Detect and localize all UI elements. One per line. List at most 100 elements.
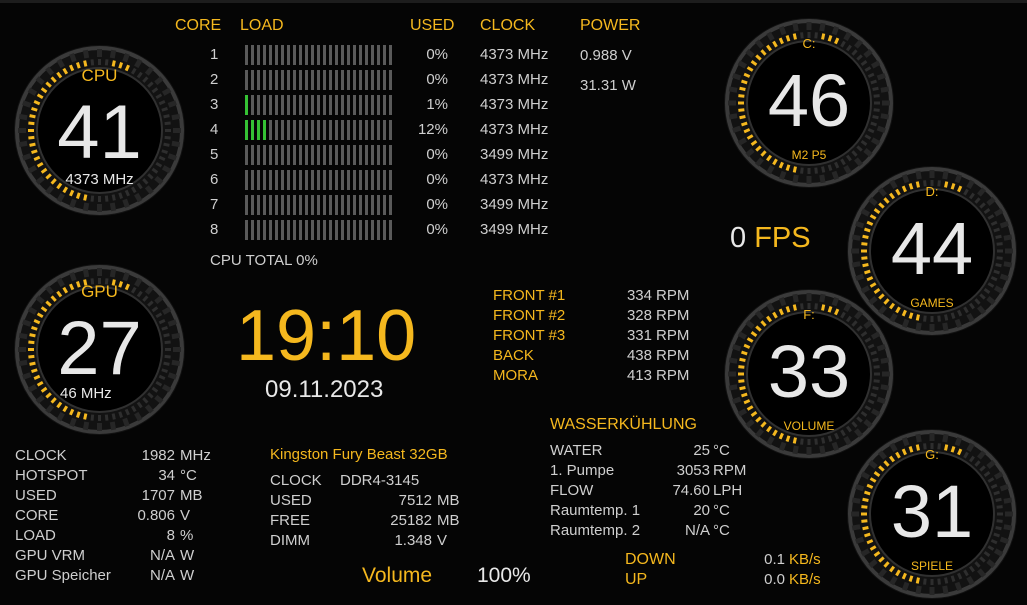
core-load-segment — [275, 95, 278, 115]
core-load-segment — [359, 195, 362, 215]
core-load-segment — [245, 220, 248, 240]
core-load-segment — [281, 70, 284, 90]
core-number: 3 — [210, 96, 219, 113]
core-load-segment — [275, 70, 278, 90]
drive-letter: D: — [925, 184, 939, 199]
core-load-segment — [299, 145, 302, 165]
core-load-segment — [311, 70, 314, 90]
core-load-segment — [377, 195, 380, 215]
core-load-segment — [389, 195, 392, 215]
ram-stat-unit: MB — [437, 512, 460, 529]
ram-stat-value: DDR4-3145 — [340, 472, 420, 489]
fan-unit: RPM — [656, 367, 690, 384]
network-label: DOWN — [625, 551, 676, 568]
drive-letter: C: — [802, 36, 816, 51]
core-load-segment — [377, 220, 380, 240]
core-load-segment — [389, 95, 392, 115]
core-load-segment — [383, 145, 386, 165]
ram-title: Kingston Fury Beast 32GB — [270, 446, 448, 463]
core-load-segment — [323, 220, 326, 240]
water-stat-value: 25 — [693, 442, 710, 459]
gpu-stat-unit: W — [180, 547, 195, 564]
core-load-segment — [305, 120, 308, 140]
core-load-segment — [323, 120, 326, 140]
water-stat-label: Raumtemp. 2 — [550, 522, 641, 539]
core-load-segment — [275, 170, 278, 190]
core-load-segment — [377, 70, 380, 90]
core-number: 4 — [210, 121, 219, 138]
core-load-segment — [353, 120, 356, 140]
core-load-segment — [353, 70, 356, 90]
clock-date: 09.11.2023 — [265, 376, 384, 403]
core-load-segment — [305, 95, 308, 115]
core-used: 12% — [417, 121, 448, 138]
core-load-segment — [317, 120, 320, 140]
cpu-temp-value: 41 — [57, 90, 142, 175]
core-load-segment — [263, 120, 266, 140]
core-load-segment — [287, 95, 290, 115]
core-load-segment — [299, 220, 302, 240]
gpu-gauge-title: GPU — [81, 282, 118, 301]
core-load-segment — [341, 195, 344, 215]
water-stat-value: 3053 — [676, 462, 710, 479]
fan-label: MORA — [493, 367, 538, 384]
core-load-segment — [389, 70, 392, 90]
core-load-segment — [275, 145, 278, 165]
core-load-segment — [305, 170, 308, 190]
core-load-segment — [365, 220, 368, 240]
core-load-segment — [335, 170, 338, 190]
core-load-segment — [383, 220, 386, 240]
gpu-stat-label: GPU VRM — [15, 547, 86, 564]
core-load-segment — [257, 145, 260, 165]
core-used: 0% — [426, 146, 448, 163]
clock-time: 19:10 — [236, 296, 417, 376]
gpu-stat-label: CORE — [15, 507, 59, 524]
core-load-segment — [347, 45, 350, 65]
core-load-segment — [335, 145, 338, 165]
core-load-segment — [323, 195, 326, 215]
fan-value: 413 — [626, 367, 652, 384]
core-load-bar — [245, 120, 395, 140]
cpu-gauge: CPU 41 4373 MHz — [12, 43, 187, 218]
core-load-segment — [299, 95, 302, 115]
cpu-gauge-title: CPU — [81, 66, 118, 85]
core-load-segment — [365, 195, 368, 215]
core-load-segment — [365, 145, 368, 165]
core-load-segment — [299, 170, 302, 190]
core-load-segment — [293, 120, 296, 140]
core-load-segment — [287, 45, 290, 65]
gpu-stat-unit: W — [180, 567, 195, 584]
core-load-segment — [263, 70, 266, 90]
core-clock: 3499 MHz — [480, 146, 549, 163]
water-stat-unit: RPM — [713, 462, 747, 479]
core-load-segment — [281, 95, 284, 115]
core-load-segment — [269, 220, 272, 240]
core-load-segment — [287, 170, 290, 190]
core-load-segment — [257, 195, 260, 215]
fan-unit: RPM — [656, 307, 690, 324]
core-load-segment — [347, 70, 350, 90]
network-unit: KB/s — [789, 571, 821, 588]
core-load-segment — [335, 120, 338, 140]
core-load-segment — [377, 145, 380, 165]
core-load-segment — [245, 70, 248, 90]
core-load-segment — [287, 145, 290, 165]
core-load-segment — [275, 195, 278, 215]
core-load-segment — [359, 70, 362, 90]
core-load-segment — [335, 45, 338, 65]
core-load-segment — [305, 70, 308, 90]
fan-unit: RPM — [656, 287, 690, 304]
gpu-gauge-clock: 46 MHz — [60, 385, 112, 402]
core-load-segment — [245, 195, 248, 215]
cpu-gauge-clock: 4373 MHz — [65, 171, 134, 188]
header-load: LOAD — [240, 17, 284, 34]
core-load-segment — [347, 170, 350, 190]
core-load-segment — [389, 120, 392, 140]
core-load-segment — [383, 170, 386, 190]
core-load-segment — [389, 145, 392, 165]
core-load-segment — [275, 45, 278, 65]
fan-label: FRONT #1 — [493, 287, 566, 304]
core-load-segment — [347, 120, 350, 140]
core-load-segment — [377, 170, 380, 190]
core-clock: 3499 MHz — [480, 221, 549, 238]
